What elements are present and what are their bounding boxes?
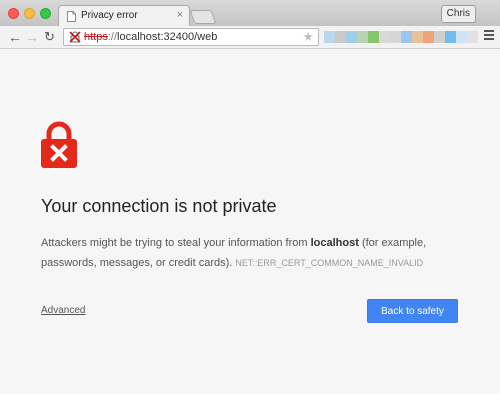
back-to-safety-button[interactable]: Back to safety (367, 299, 458, 323)
page-title: Your connection is not private (41, 196, 277, 216)
url-separator: :// (107, 31, 118, 43)
tab-strip: Privacy error × Chris (0, 0, 500, 27)
extension-icon[interactable] (368, 31, 379, 43)
extension-icon[interactable] (390, 31, 401, 43)
message-text-start: Attackers might be trying to steal your … (41, 237, 311, 249)
extension-icon[interactable] (456, 31, 467, 43)
url-host-path: localhost:32400/web (117, 31, 218, 43)
close-window-button[interactable] (8, 8, 19, 19)
extension-icon[interactable] (412, 31, 423, 43)
interstitial-page: Your connection is not private Attackers… (0, 49, 500, 394)
error-message: Attackers might be trying to steal your … (41, 233, 466, 273)
red-padlock-icon (41, 121, 77, 168)
extension-icon[interactable] (357, 31, 368, 43)
browser-window: Privacy error × Chris ← → ↻ https://loca… (0, 0, 500, 394)
reload-icon[interactable]: ↻ (44, 29, 55, 45)
browser-toolbar: ← → ↻ https://localhost:32400/web ★ (0, 26, 500, 49)
hamburger-menu-icon[interactable] (484, 30, 494, 42)
extension-icon[interactable] (346, 31, 357, 43)
advanced-link[interactable]: Advanced (41, 305, 85, 316)
minimize-window-button[interactable] (24, 8, 35, 19)
url-text: https://localhost:32400/web (84, 31, 217, 43)
extension-icon[interactable] (445, 31, 456, 43)
address-bar[interactable]: https://localhost:32400/web ★ (63, 28, 319, 46)
page-icon (67, 11, 76, 22)
extension-icon[interactable] (401, 31, 412, 43)
profile-button[interactable]: Chris (440, 5, 476, 23)
extension-icon[interactable] (434, 31, 445, 43)
back-arrow-icon[interactable]: ← (8, 29, 22, 45)
tab-close-icon[interactable]: × (177, 9, 183, 21)
broken-lock-icon[interactable] (69, 31, 81, 43)
tab-privacy-error[interactable]: Privacy error × (58, 5, 190, 27)
error-code[interactable]: NET::ERR_CERT_COMMON_NAME_INVALID (235, 258, 423, 268)
host-name: localhost (310, 237, 359, 249)
extension-icon[interactable] (467, 31, 478, 43)
forward-arrow-icon[interactable]: → (25, 29, 39, 45)
extension-icon[interactable] (379, 31, 390, 43)
extension-icon[interactable] (423, 31, 434, 43)
maximize-window-button[interactable] (40, 8, 51, 19)
new-tab-button[interactable] (189, 10, 217, 24)
extension-icon[interactable] (324, 31, 335, 43)
extension-icons (324, 31, 478, 43)
extension-icon[interactable] (335, 31, 346, 43)
url-scheme: https (84, 31, 108, 43)
tab-title: Privacy error (81, 10, 138, 21)
bookmark-star-icon[interactable]: ★ (302, 29, 314, 45)
